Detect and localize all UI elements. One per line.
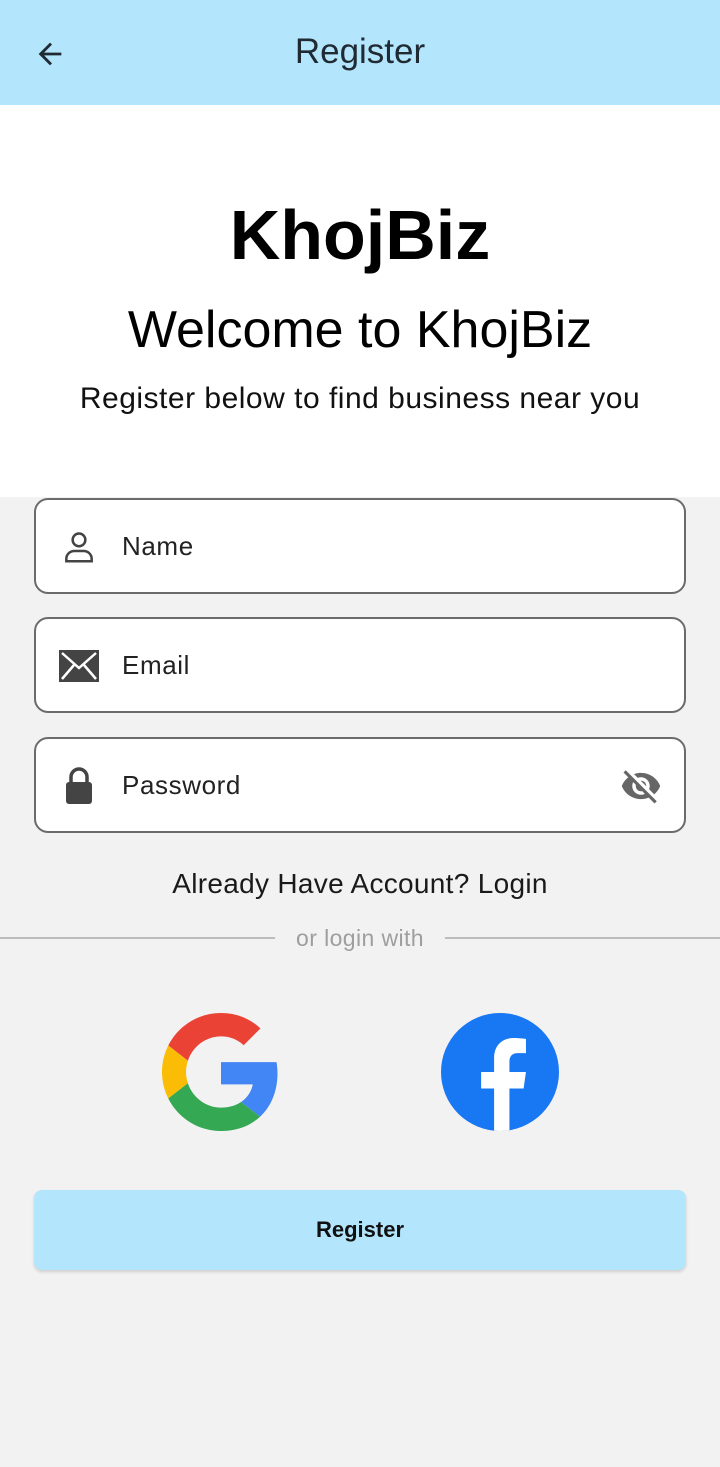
facebook-login-button[interactable] <box>441 1013 559 1131</box>
email-input[interactable] <box>122 619 602 711</box>
person-icon <box>58 526 100 568</box>
envelope-icon <box>58 645 100 687</box>
welcome-heading: Welcome to KhojBiz <box>127 301 593 359</box>
brand-title: KhojBiz <box>229 196 491 274</box>
lock-icon <box>58 765 100 807</box>
facebook-logo-icon <box>441 1013 559 1131</box>
eye-off-icon <box>621 770 661 804</box>
password-input[interactable] <box>122 739 602 831</box>
email-field[interactable] <box>34 617 686 713</box>
google-logo-icon <box>162 1013 278 1131</box>
login-link[interactable]: Already Have Account? Login <box>0 868 720 900</box>
divider-right <box>445 937 720 939</box>
name-input[interactable] <box>122 500 602 592</box>
app-bar: Register <box>0 0 720 105</box>
password-field[interactable] <box>34 737 686 833</box>
register-button[interactable]: Register <box>34 1190 686 1270</box>
google-login-button[interactable] <box>162 1013 280 1131</box>
password-visibility-toggle[interactable] <box>618 763 664 809</box>
hero-section: KhojBiz Welcome to KhojBiz Register belo… <box>0 105 720 497</box>
name-field[interactable] <box>34 498 686 594</box>
tagline-text: Register below to find business near you <box>79 382 641 415</box>
page-title: Register <box>294 32 426 71</box>
